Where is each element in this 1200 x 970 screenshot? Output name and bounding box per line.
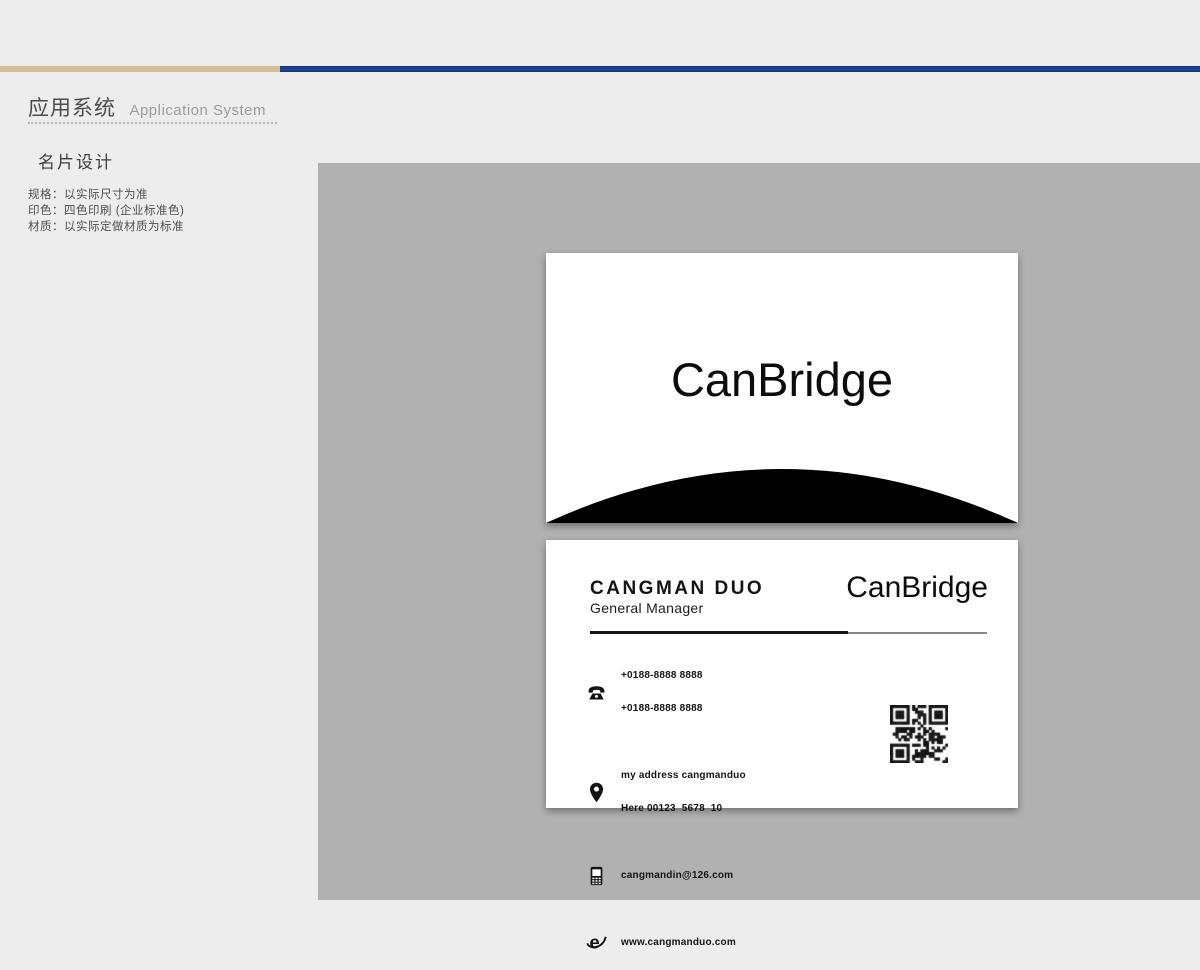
contact-row-website: e www.cangmanduo.com <box>586 915 746 970</box>
mobile-phone-icon <box>586 865 607 886</box>
spec-size: 规格：以实际尺寸为准 <box>28 187 184 203</box>
contact-email-text: cangmandin@126.com <box>621 848 733 903</box>
address-line-1: my address cangmanduo <box>621 770 746 781</box>
divider-tan-segment <box>0 66 280 72</box>
company-logo-back: CanBridge <box>846 573 988 603</box>
qr-code <box>890 705 948 763</box>
spec-color: 印色：四色印刷 (企业标准色) <box>28 203 184 219</box>
spec-list: 规格：以实际尺寸为准 印色：四色印刷 (企业标准色) 材质：以实际定做材质为标准 <box>28 187 184 235</box>
browser-icon: e <box>586 932 607 953</box>
website-line: www.cangmanduo.com <box>621 937 736 948</box>
person-job-title: General Manager <box>590 600 703 616</box>
header-divider-bar <box>0 66 1200 72</box>
section-title-zh: 应用系统 <box>28 92 116 122</box>
company-logo-front: CanBridge <box>546 356 1018 403</box>
rule-gray-segment <box>848 632 987 634</box>
contact-phone-text: +0188-8888 8888 +0188-8888 8888 <box>621 648 703 736</box>
email-line: cangmandin@126.com <box>621 870 733 881</box>
section-header: 应用系统 Application System <box>28 92 266 122</box>
person-name: CANGMAN DUO <box>590 578 764 600</box>
contact-address-text: my address cangmanduo Here 00123 5678 10 <box>621 748 746 836</box>
business-card-front: CanBridge <box>546 253 1018 523</box>
section-title-en: Application System <box>129 102 266 119</box>
business-card-back: CANGMAN DUO General Manager CanBridge +0… <box>546 540 1018 808</box>
divider-blue-segment <box>280 66 1200 72</box>
card-divider-rule <box>590 631 987 634</box>
application-system-page: { "page": { "section_title_zh": "应用系统", … <box>0 0 1200 900</box>
spec-material: 材质：以实际定做材质为标准 <box>28 219 184 235</box>
svg-text:e: e <box>590 932 600 953</box>
contact-row-email: cangmandin@126.com <box>586 848 746 903</box>
contact-row-address: my address cangmanduo Here 00123 5678 10 <box>586 748 746 836</box>
contact-row-phone: +0188-8888 8888 +0188-8888 8888 <box>586 648 746 736</box>
black-curve-graphic <box>546 469 1018 523</box>
telephone-icon <box>586 682 607 703</box>
phone-line-2: +0188-8888 8888 <box>621 703 703 714</box>
phone-line-1: +0188-8888 8888 <box>621 670 703 681</box>
location-pin-icon <box>586 782 607 803</box>
dotted-rule <box>28 122 277 124</box>
address-line-2: Here 00123 5678 10 <box>621 803 746 814</box>
contact-website-text: www.cangmanduo.com <box>621 915 736 970</box>
contact-list: +0188-8888 8888 +0188-8888 8888 my addre… <box>586 648 746 970</box>
page-title: 名片设计 <box>38 148 114 173</box>
rule-black-segment <box>590 631 848 634</box>
presentation-stage: CanBridge CANGMAN DUO General Manager Ca… <box>318 163 1200 900</box>
